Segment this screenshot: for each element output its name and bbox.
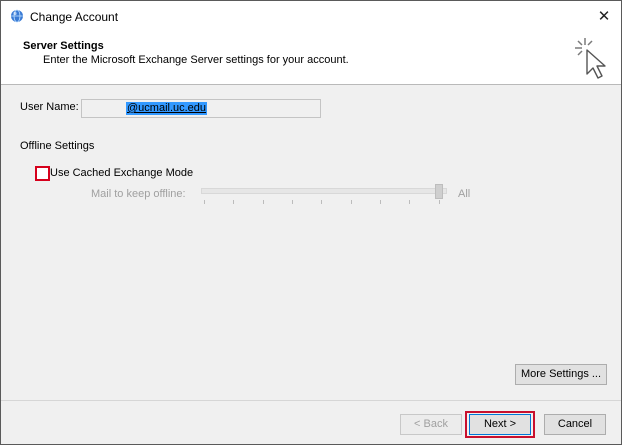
cancel-button[interactable]: Cancel: [544, 414, 606, 435]
wizard-header: Server Settings Enter the Microsoft Exch…: [1, 32, 621, 85]
close-icon[interactable]: ✕: [598, 8, 611, 25]
wizard-cursor-icon: [575, 38, 606, 79]
slider-tick: [351, 200, 352, 204]
cached-exchange-mode-label[interactable]: Use Cached Exchange Mode: [50, 167, 193, 179]
slider-tick: [233, 200, 234, 204]
title-bar: Change Account ✕: [1, 1, 621, 32]
username-label: User Name:: [20, 101, 79, 113]
username-value[interactable]: @ucmail.uc.edu: [126, 102, 208, 115]
slider-tick: [263, 200, 264, 204]
page-subtitle: Enter the Microsoft Exchange Server sett…: [43, 54, 349, 66]
outlook-globe-icon: [11, 9, 23, 23]
back-button: < Back: [400, 414, 462, 435]
close-button[interactable]: ✕: [587, 1, 621, 32]
mail-offline-slider-track: [201, 188, 447, 194]
slider-tick: [439, 200, 440, 204]
mail-offline-value: All: [458, 188, 471, 200]
slider-tick: [409, 200, 410, 204]
page-title: Server Settings: [23, 40, 104, 52]
slider-tick: [292, 200, 293, 204]
window-title: Change Account: [30, 10, 119, 24]
mail-offline-slider-thumb: [435, 184, 443, 199]
change-account-dialog: Change Account ✕ Server Settings Enter t…: [0, 0, 622, 445]
cached-exchange-mode-checkbox[interactable]: [35, 166, 50, 181]
mail-to-keep-offline-label: Mail to keep offline:: [91, 188, 186, 200]
username-field[interactable]: @ucmail.uc.edu: [81, 99, 321, 118]
slider-tick: [321, 200, 322, 204]
footer-divider: [1, 400, 621, 401]
next-button[interactable]: Next >: [469, 414, 531, 435]
slider-tick: [204, 200, 205, 204]
offline-settings-heading: Offline Settings: [20, 140, 95, 152]
more-settings-button[interactable]: More Settings ...: [515, 364, 607, 385]
slider-tick: [380, 200, 381, 204]
